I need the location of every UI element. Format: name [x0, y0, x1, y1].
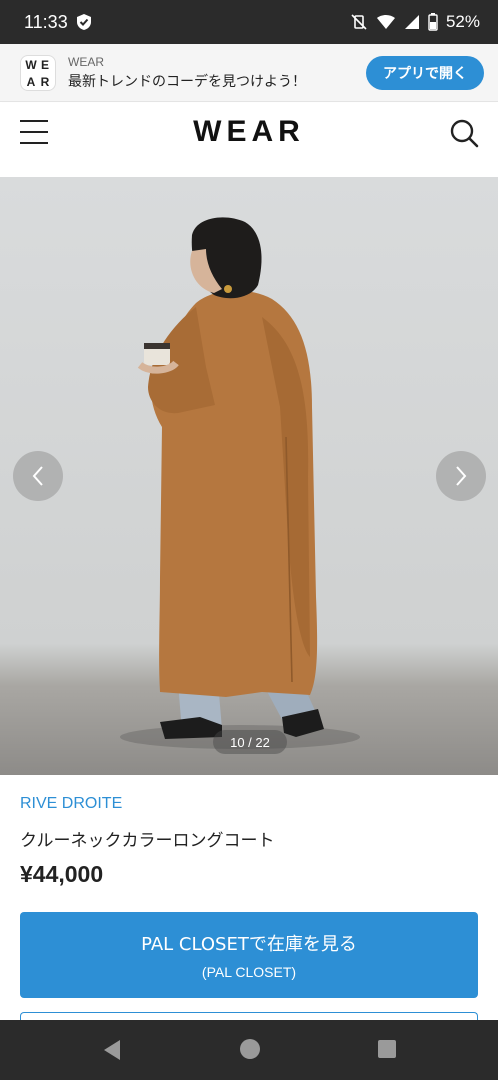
system-nav-bar	[0, 1020, 498, 1080]
battery-icon	[428, 13, 438, 31]
logo-letter: R	[40, 74, 50, 89]
chevron-right-icon	[456, 466, 467, 486]
menu-icon[interactable]	[20, 120, 48, 144]
site-logo[interactable]: WEAR	[193, 115, 305, 149]
vibrate-off-icon	[351, 14, 367, 30]
chevron-left-icon	[32, 466, 43, 486]
logo-letter: W	[25, 57, 37, 72]
view-stock-store: (PAL CLOSET)	[201, 964, 297, 980]
image-counter: 10 / 22	[213, 730, 287, 754]
product-image-carousel[interactable]: 10 / 22	[0, 177, 498, 775]
open-app-button[interactable]: アプリで開く	[366, 55, 484, 90]
brand-link[interactable]: RIVE DROITE	[20, 795, 122, 813]
wifi-icon	[376, 15, 395, 29]
status-bar: 11:33 52%	[0, 0, 498, 44]
carousel-next-button[interactable]	[436, 451, 486, 501]
carousel-prev-button[interactable]	[13, 451, 63, 501]
logo-letter: A	[26, 74, 36, 89]
app-info: WEAR 最新トレンドのコーデを見つけよう！	[68, 55, 306, 91]
app-banner: W E A R WEAR 最新トレンドのコーデを見つけよう！ アプリで開く	[0, 44, 498, 102]
status-time: 11:33	[24, 11, 68, 32]
logo-letter: E	[40, 57, 49, 72]
signal-icon	[404, 15, 419, 29]
shield-icon	[76, 14, 91, 30]
search-icon[interactable]	[448, 117, 480, 149]
app-tagline: 最新トレンドのコーデを見つけよう！	[68, 73, 306, 90]
header-peek	[0, 161, 498, 177]
product-name: クルーネックカラーロングコート	[20, 831, 275, 851]
back-icon[interactable]	[102, 1039, 122, 1061]
view-stock-label: PAL CLOSETで在庫を見る	[141, 934, 357, 955]
battery-level: 52%	[445, 12, 480, 31]
home-icon[interactable]	[239, 1038, 261, 1060]
app-logo: W E A R	[20, 54, 56, 91]
site-header: WEAR	[0, 103, 498, 161]
view-stock-button[interactable]: PAL CLOSETで在庫を見る (PAL CLOSET)	[20, 912, 478, 998]
recents-icon[interactable]	[377, 1039, 397, 1059]
app-name: WEAR	[68, 54, 104, 69]
product-price: ¥44,000	[20, 861, 104, 887]
product-photo	[120, 217, 360, 749]
